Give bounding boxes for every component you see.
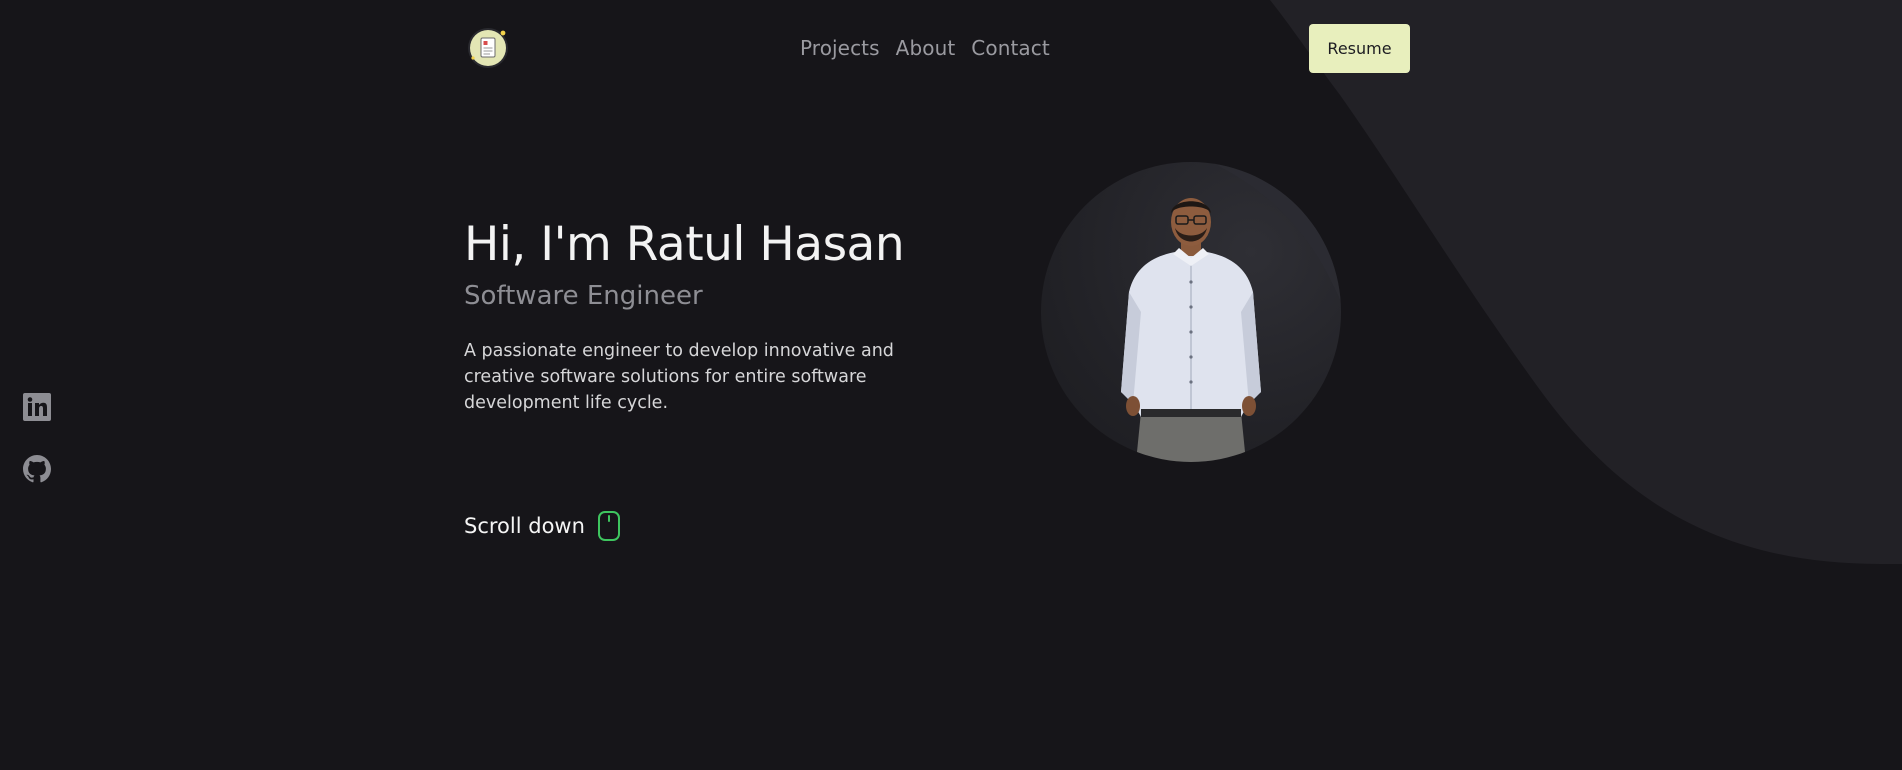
main-nav: Projects About Contact [800, 36, 1050, 60]
nav-contact[interactable]: Contact [971, 36, 1050, 60]
scroll-down-link[interactable]: Scroll down [464, 510, 621, 542]
nav-projects[interactable]: Projects [800, 36, 880, 60]
resume-button[interactable]: Resume [1309, 24, 1410, 73]
site-header: Projects About Contact Resume [0, 0, 1902, 96]
hero-subtitle: Software Engineer [464, 281, 703, 311]
background-decor-shape [1270, 0, 1902, 564]
hero-title: Hi, I'm Ratul Hasan [464, 217, 905, 272]
portfolio-page: Projects About Contact Resume Hi, I'm Ra… [0, 0, 1902, 770]
social-links [22, 392, 52, 484]
mouse-icon [597, 511, 620, 541]
document-badge-icon [471, 30, 506, 65]
nav-about[interactable]: About [896, 36, 956, 60]
hero-section: Hi, I'm Ratul Hasan Software Engineer A … [464, 212, 924, 416]
scroll-down-label: Scroll down [464, 514, 585, 538]
linkedin-icon[interactable] [22, 392, 52, 422]
person-photo-illustration [1121, 162, 1341, 462]
hero-description: A passionate engineer to develop innovat… [464, 341, 894, 413]
profile-photo [1041, 162, 1341, 462]
github-icon[interactable] [22, 454, 52, 484]
logo[interactable] [470, 30, 506, 66]
